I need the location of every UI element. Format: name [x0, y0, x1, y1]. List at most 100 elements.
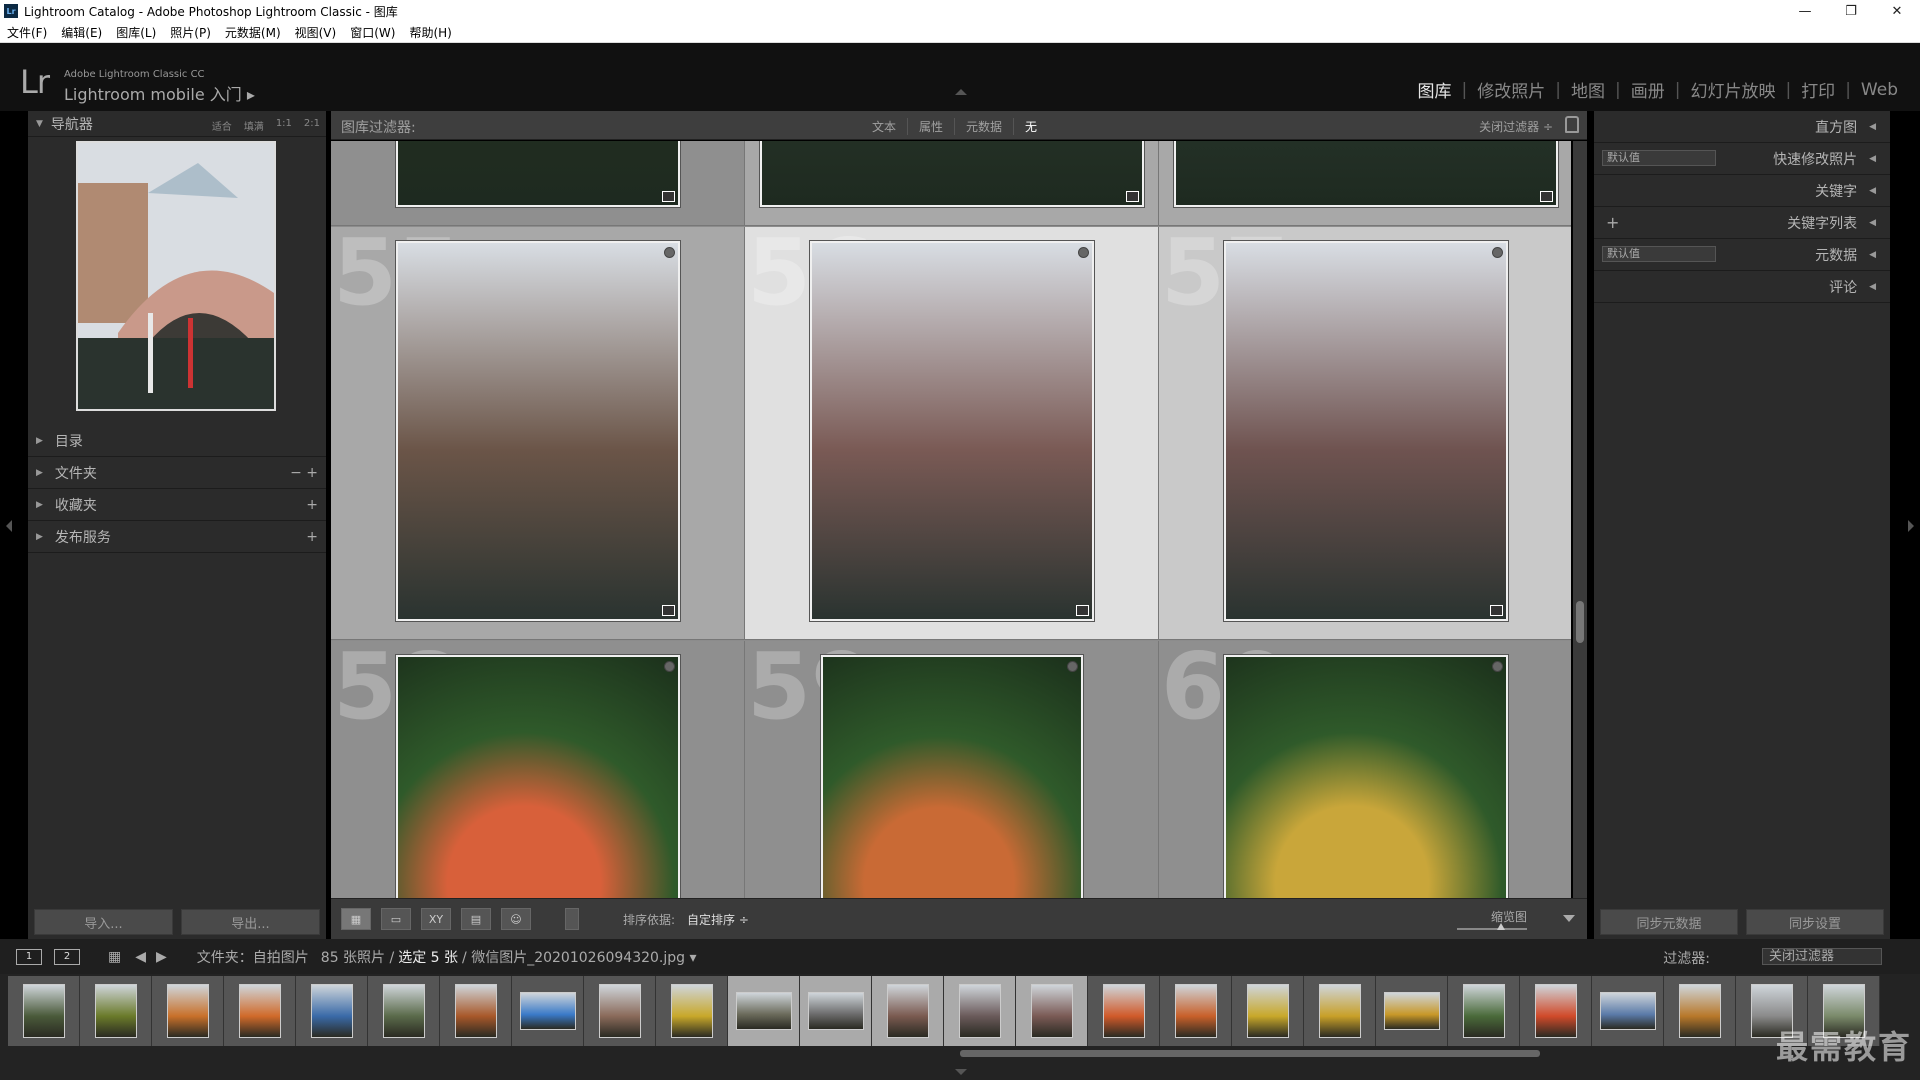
filmstrip-cell[interactable]	[872, 976, 944, 1046]
filmstrip-thumbnail[interactable]	[599, 984, 641, 1038]
menu-photo[interactable]: 照片(P)	[163, 24, 218, 41]
loupe-view-icon[interactable]: ▭	[381, 908, 411, 930]
navigator-preview[interactable]	[76, 141, 276, 411]
folders-panel[interactable]: ▶ 文件夹 − +	[28, 457, 326, 489]
filmstrip-scrollbar[interactable]	[960, 1050, 1540, 1057]
zoom-2-1[interactable]: 2:1	[304, 118, 320, 133]
select-circle-icon[interactable]	[1492, 661, 1503, 672]
compare-view-icon[interactable]: XY	[421, 908, 451, 930]
filmstrip-thumbnail[interactable]	[1535, 984, 1577, 1038]
filmstrip-thumbnail[interactable]	[1679, 984, 1721, 1038]
select-circle-icon[interactable]	[664, 247, 675, 258]
module-map[interactable]: 地图	[1561, 77, 1615, 102]
menu-library[interactable]: 图库(L)	[109, 24, 163, 41]
filmstrip-thumbnail[interactable]	[1247, 984, 1289, 1038]
filmstrip-thumbnail[interactable]	[383, 984, 425, 1038]
select-circle-icon[interactable]	[1492, 247, 1503, 258]
grid-cell[interactable]: 58	[331, 641, 745, 898]
edited-badge-icon[interactable]	[1540, 191, 1553, 202]
photo-thumbnail[interactable]	[396, 141, 680, 207]
filmstrip-cell[interactable]	[1088, 976, 1160, 1046]
grid-cell[interactable]	[745, 141, 1159, 226]
current-file-name[interactable]: / 微信图片_20201026094320.jpg ▾	[462, 947, 696, 967]
filmstrip-cell[interactable]	[1592, 976, 1664, 1046]
painter-icon[interactable]	[565, 908, 579, 930]
grid-scrollbar-thumb[interactable]	[1576, 601, 1584, 643]
grid-cell[interactable]: 57	[1159, 227, 1571, 640]
photo-thumbnail[interactable]	[760, 141, 1144, 207]
photo-thumbnail[interactable]	[1224, 655, 1508, 898]
right-panel-section[interactable]: 评论 ◀	[1594, 271, 1890, 303]
filmstrip-thumbnail[interactable]	[167, 984, 209, 1038]
minimize-button[interactable]: —	[1782, 0, 1828, 22]
filter-tab-metadata[interactable]: 元数据	[955, 118, 1015, 135]
filmstrip-thumbnail[interactable]	[808, 992, 864, 1030]
collections-actions[interactable]: +	[306, 497, 318, 513]
filmstrip-thumbnail[interactable]	[1384, 992, 1440, 1030]
filmstrip-thumbnail[interactable]	[1600, 992, 1656, 1030]
filmstrip-cell[interactable]	[80, 976, 152, 1046]
zoom-fit[interactable]: 适合	[212, 118, 232, 133]
sort-select[interactable]: 自定排序 ÷	[687, 911, 749, 928]
module-library[interactable]: 图库	[1408, 77, 1462, 102]
filmstrip-cell[interactable]	[440, 976, 512, 1046]
filmstrip-cell[interactable]	[728, 976, 800, 1046]
filmstrip-cell[interactable]	[296, 976, 368, 1046]
filmstrip-cell[interactable]	[944, 976, 1016, 1046]
filmstrip-cell[interactable]	[1304, 976, 1376, 1046]
grid-view-icon[interactable]: ▦	[341, 908, 371, 930]
grid-scrollbar[interactable]	[1573, 141, 1587, 898]
filmstrip-cell[interactable]	[1664, 976, 1736, 1046]
photo-thumbnail[interactable]	[821, 655, 1083, 898]
menu-edit[interactable]: 编辑(E)	[54, 24, 109, 41]
zoom-fill[interactable]: 填满	[244, 118, 264, 133]
select-circle-icon[interactable]	[1067, 661, 1078, 672]
filmstrip-cell[interactable]	[1376, 976, 1448, 1046]
filmstrip-cell[interactable]	[584, 976, 656, 1046]
filter-tab-text[interactable]: 文本	[861, 118, 909, 135]
select-circle-icon[interactable]	[1078, 247, 1089, 258]
bottom-panel-toggle-icon[interactable]	[955, 1069, 967, 1075]
forward-arrow-icon[interactable]: ▶	[156, 949, 167, 965]
filmstrip-thumbnail[interactable]	[311, 984, 353, 1038]
menu-view[interactable]: 视图(V)	[288, 24, 344, 41]
filmstrip-thumbnail[interactable]	[671, 984, 713, 1038]
filmstrip-thumbnail[interactable]	[1031, 984, 1073, 1038]
filmstrip-thumbnail[interactable]	[520, 992, 576, 1030]
right-panel-section[interactable]: 关键字 ◀	[1594, 175, 1890, 207]
photo-thumbnail[interactable]	[1174, 141, 1558, 207]
sync-metadata-button[interactable]: 同步元数据	[1600, 909, 1738, 935]
restore-button[interactable]: ❐	[1828, 0, 1874, 22]
filmstrip-thumbnail[interactable]	[736, 992, 792, 1030]
filter-tab-none[interactable]: 无	[1014, 118, 1048, 135]
main-screen-button[interactable]: 1	[16, 948, 42, 965]
grid-cell[interactable]	[331, 141, 745, 226]
import-button[interactable]: 导入...	[34, 909, 173, 935]
filmstrip-cell[interactable]	[1448, 976, 1520, 1046]
menu-metadata[interactable]: 元数据(M)	[218, 24, 288, 41]
menu-window[interactable]: 窗口(W)	[343, 24, 402, 41]
photo-thumbnail[interactable]	[810, 241, 1094, 621]
filmstrip-thumbnail[interactable]	[887, 984, 929, 1038]
filmstrip-cell[interactable]	[512, 976, 584, 1046]
grid-cell[interactable]	[1159, 141, 1571, 226]
filmstrip-cell[interactable]	[1160, 976, 1232, 1046]
survey-view-icon[interactable]: ▤	[461, 908, 491, 930]
module-print[interactable]: 打印	[1791, 77, 1845, 102]
photo-thumbnail[interactable]	[1224, 241, 1508, 621]
preset-select[interactable]: 默认值	[1602, 150, 1716, 166]
folders-actions[interactable]: − +	[290, 465, 318, 481]
filmstrip-cell[interactable]	[368, 976, 440, 1046]
filmstrip-thumbnail[interactable]	[95, 984, 137, 1038]
right-panel-section[interactable]: 默认值 元数据 ◀	[1594, 239, 1890, 271]
left-panel-toggle-icon[interactable]	[6, 520, 12, 532]
close-button[interactable]: ✕	[1874, 0, 1920, 22]
source-path[interactable]: 文件夹：自拍图片	[197, 947, 309, 967]
filmstrip-thumbnail[interactable]	[1103, 984, 1145, 1038]
thumbnail-size-knob[interactable]	[1497, 923, 1505, 930]
photo-thumbnail[interactable]	[396, 241, 680, 621]
photo-thumbnail[interactable]	[396, 655, 680, 898]
publish-services-panel[interactable]: ▶ 发布服务 +	[28, 521, 326, 553]
lock-icon[interactable]	[1565, 116, 1579, 133]
grid-cell[interactable]: 59	[745, 641, 1159, 898]
